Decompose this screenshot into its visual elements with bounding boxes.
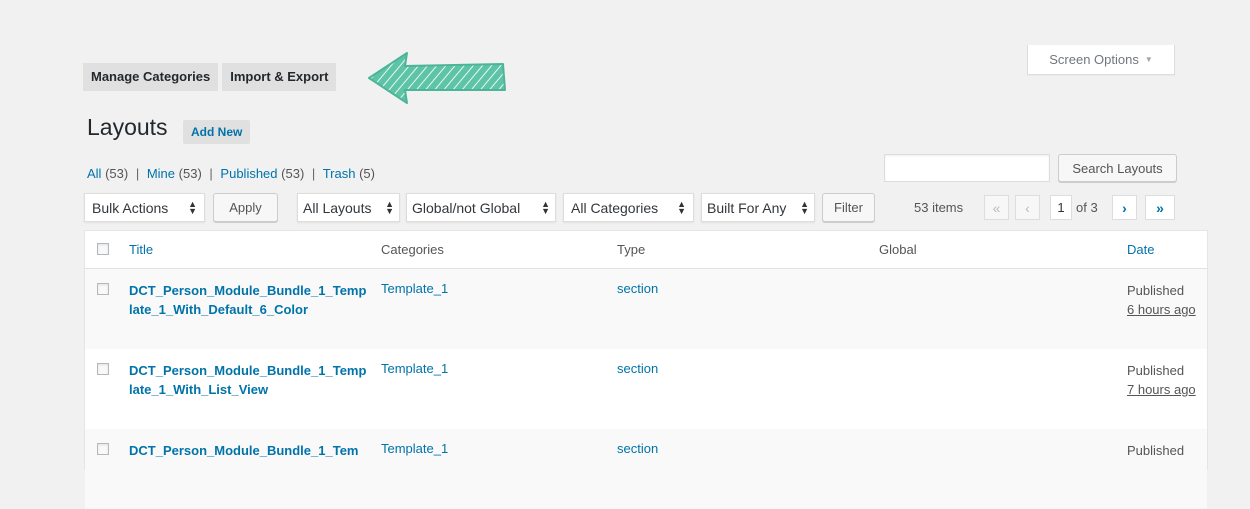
add-new-button[interactable]: Add New (183, 120, 251, 144)
select-arrows-icon: ▲ ▼ (188, 198, 197, 216)
apply-button[interactable]: Apply (213, 193, 278, 222)
categories-select-label: All Categories (571, 199, 659, 216)
categories-select[interactable]: All Categories ▲ ▼ (563, 193, 694, 222)
row-date: Published (1127, 441, 1184, 460)
global-select-label: Global/not Global (412, 199, 521, 216)
table-row: DCT_Person_Module_Bundle_1_Template_1_Wi… (85, 269, 1207, 349)
row-type-link[interactable]: section (617, 281, 658, 296)
column-global: Global (879, 242, 917, 257)
row-category-link[interactable]: Template_1 (381, 441, 448, 456)
separator: | (209, 166, 213, 181)
view-all-count: (53) (105, 166, 129, 181)
prev-page-button[interactable]: ‹ (1015, 195, 1040, 220)
row-status: Published (1127, 443, 1185, 458)
tab-import-export[interactable]: Import & Export (222, 63, 337, 91)
view-trash-count: (5) (359, 166, 375, 181)
search-input[interactable] (884, 154, 1050, 182)
row-type-link[interactable]: section (617, 441, 658, 456)
tab-manage-categories[interactable]: Manage Categories (83, 63, 219, 91)
layouts-select-label: All Layouts (303, 199, 372, 216)
global-select[interactable]: Global/not Global ▲ ▼ (406, 193, 556, 222)
column-categories: Categories (381, 242, 444, 257)
select-all-checkbox[interactable] (97, 243, 109, 255)
screen-options-button[interactable]: Screen Options ▼ (1027, 45, 1175, 75)
bulk-actions-label: Bulk Actions (92, 199, 169, 216)
built-for-select[interactable]: Built For Any ▲ ▼ (701, 193, 815, 222)
layouts-select[interactable]: All Layouts ▲ ▼ (297, 193, 400, 222)
layouts-table: Title Categories Type Global Date DCT_Pe… (84, 230, 1208, 509)
row-status: Published (1127, 363, 1185, 378)
view-published-link[interactable]: Published (220, 166, 277, 181)
built-for-select-label: Built For Any (707, 199, 787, 216)
select-arrows-icon: ▲ ▼ (677, 198, 686, 216)
column-title[interactable]: Title (129, 242, 153, 257)
row-category-link[interactable]: Template_1 (381, 281, 448, 296)
last-page-button[interactable]: » (1145, 195, 1175, 220)
page-title: Layouts (87, 114, 168, 140)
view-filters: All (53) | Mine (53) | Published (53) | … (87, 166, 375, 181)
select-arrows-icon: ▲ ▼ (800, 198, 809, 216)
search-layouts-button[interactable]: Search Layouts (1058, 154, 1177, 182)
separator: | (135, 166, 140, 181)
view-mine-count: (53) (178, 166, 202, 181)
screen-options-label: Screen Options (1049, 52, 1139, 67)
next-page-button[interactable]: › (1112, 195, 1137, 220)
current-page-input[interactable]: 1 (1050, 195, 1072, 220)
row-date: Published 6 hours ago (1127, 281, 1196, 319)
page-total: of 3 (1076, 200, 1098, 215)
row-checkbox[interactable] (97, 363, 109, 375)
row-title-link[interactable]: DCT_Person_Module_Bundle_1_Template_1_Wi… (129, 281, 369, 319)
view-trash-link[interactable]: Trash (323, 166, 356, 181)
row-category-link[interactable]: Template_1 (381, 361, 448, 376)
row-type-link[interactable]: section (617, 361, 658, 376)
row-time-ago: 6 hours ago (1127, 302, 1196, 317)
row-time-ago: 7 hours ago (1127, 382, 1196, 397)
select-arrows-icon: ▲ ▼ (385, 198, 394, 216)
items-count: 53 items (914, 200, 964, 215)
row-checkbox[interactable] (97, 283, 109, 295)
select-arrows-icon: ▲ ▼ (541, 198, 550, 216)
row-status: Published (1127, 283, 1185, 298)
row-checkbox[interactable] (97, 443, 109, 455)
caret-down-icon: ▼ (1144, 55, 1153, 64)
table-row: DCT_Person_Module_Bundle_1_Tem Template_… (85, 429, 1207, 509)
table-header: Title Categories Type Global Date (85, 231, 1207, 269)
view-all-link[interactable]: All (87, 166, 101, 181)
filter-button[interactable]: Filter (822, 193, 875, 222)
row-title-link[interactable]: DCT_Person_Module_Bundle_1_Template_1_Wi… (129, 361, 369, 399)
view-published-count: (53) (281, 166, 305, 181)
bulk-actions-select[interactable]: Bulk Actions ▲ ▼ (84, 193, 205, 222)
first-page-button[interactable]: « (984, 195, 1009, 220)
row-date: Published 7 hours ago (1127, 361, 1196, 399)
arrow-left-icon (368, 52, 506, 104)
column-date[interactable]: Date (1127, 242, 1154, 257)
column-type: Type (617, 242, 646, 257)
top-tabs: Manage Categories Import & Export (83, 63, 337, 91)
view-mine-link[interactable]: Mine (147, 166, 175, 181)
table-row: DCT_Person_Module_Bundle_1_Template_1_Wi… (85, 349, 1207, 429)
row-title-link[interactable]: DCT_Person_Module_Bundle_1_Tem (129, 441, 369, 460)
separator: | (311, 166, 316, 181)
